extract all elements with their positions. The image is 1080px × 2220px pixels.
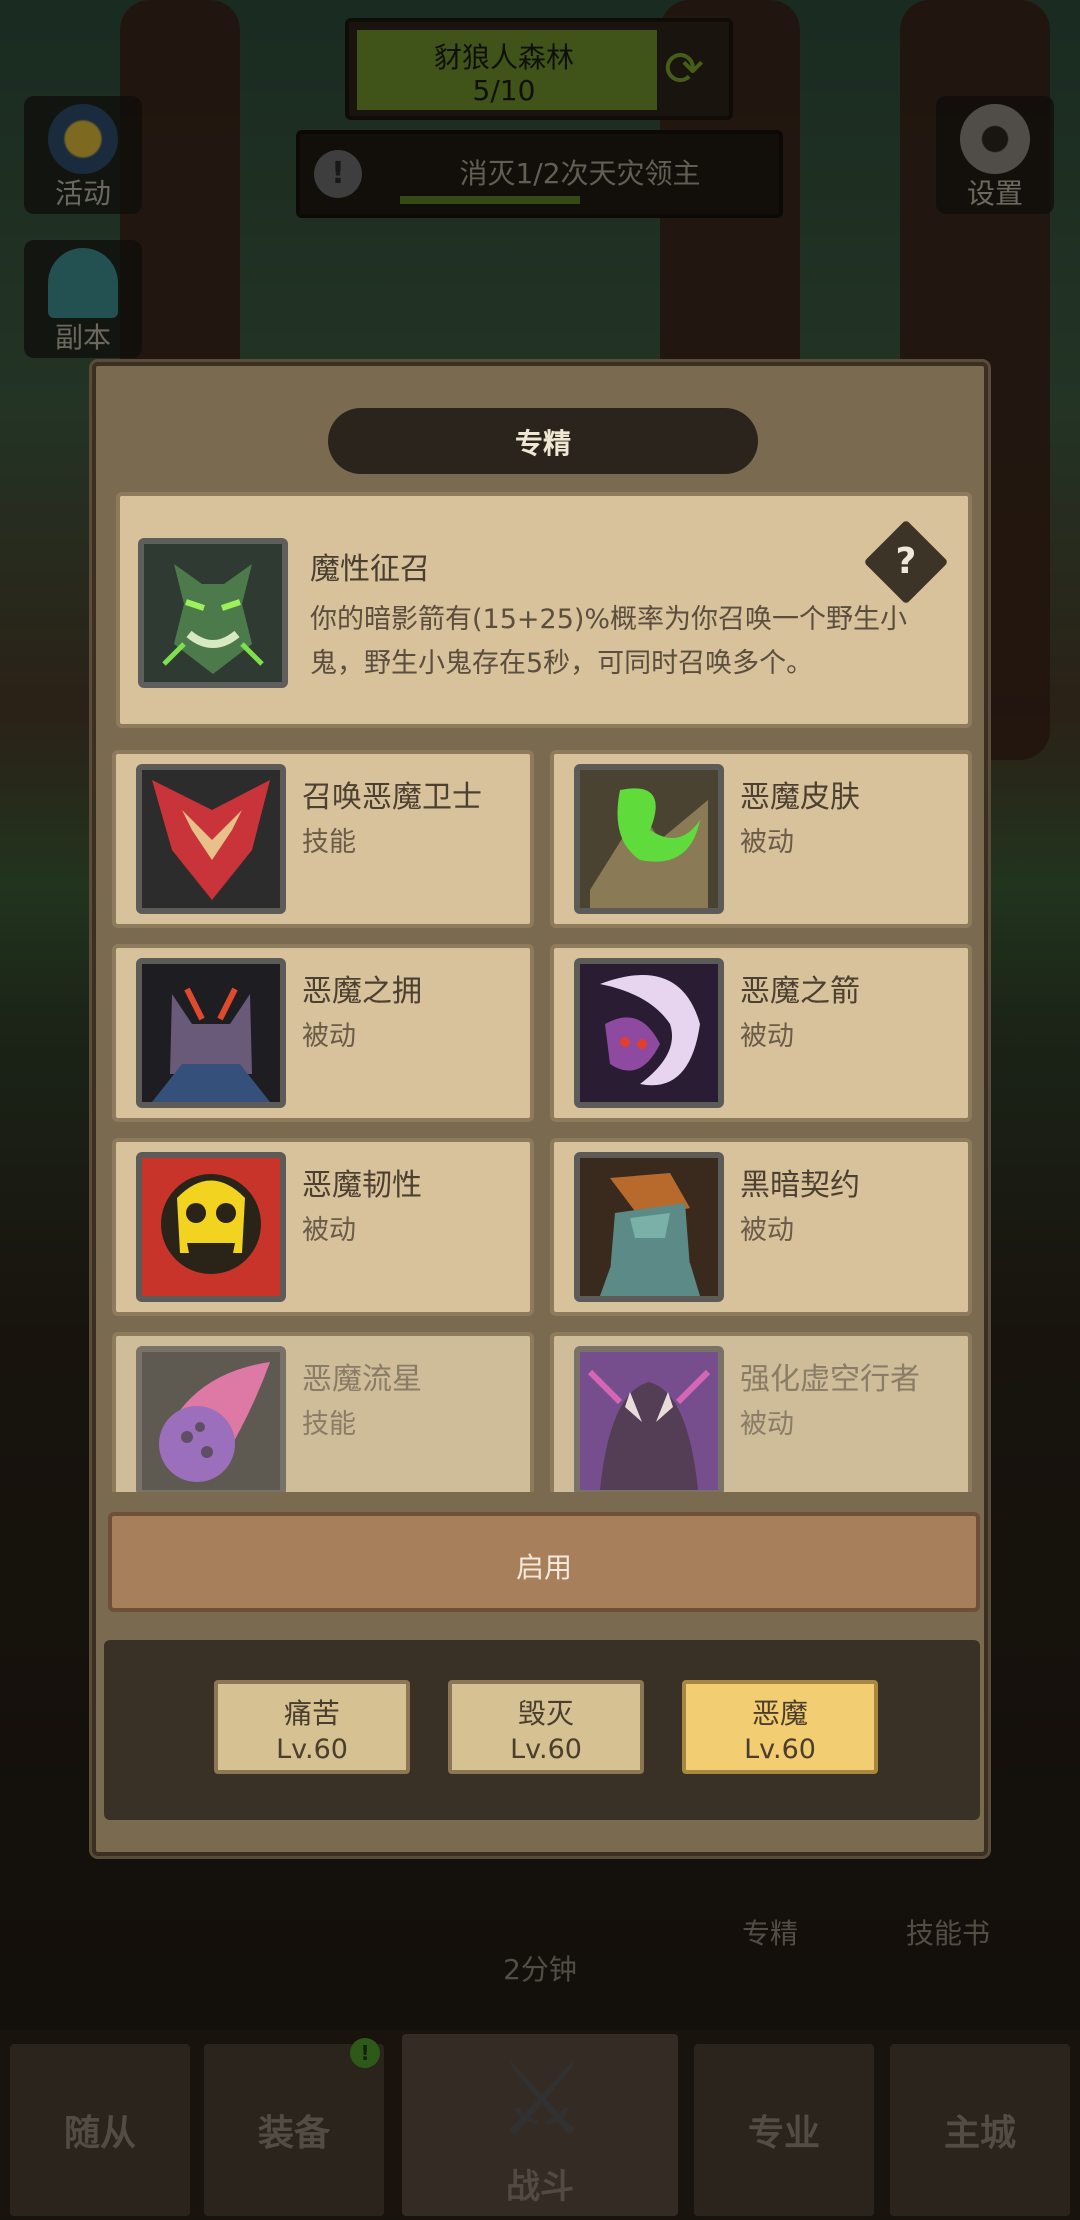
demonic-calling-icon xyxy=(138,538,288,688)
skill-type: 被动 xyxy=(740,1215,794,1246)
spec-tab-affliction[interactable]: 痛苦 Lv.60 xyxy=(214,1680,410,1774)
skill-type: 技能 xyxy=(302,1409,356,1440)
selected-skill-name: 魔性征召 xyxy=(310,552,430,587)
demon-skin-icon xyxy=(574,764,724,914)
spec-level: Lv.60 xyxy=(276,1734,348,1765)
enable-button-label: 启用 xyxy=(515,1551,572,1584)
skill-name: 强化虚空行者 xyxy=(740,1362,920,1397)
spec-level: Lv.60 xyxy=(510,1734,582,1765)
demon-guard-icon xyxy=(136,764,286,914)
voidwalker-icon xyxy=(574,1346,724,1492)
skill-name: 恶魔流星 xyxy=(302,1362,422,1397)
spec-tab-destruction[interactable]: 毁灭 Lv.60 xyxy=(448,1680,644,1774)
spec-tab-demonology[interactable]: 恶魔 Lv.60 xyxy=(682,1680,878,1774)
skill-card[interactable]: 恶魔之箭 被动 xyxy=(550,944,972,1122)
skill-card[interactable]: 恶魔之拥 被动 xyxy=(112,944,534,1122)
skill-card[interactable]: 强化虚空行者 被动 xyxy=(550,1332,972,1492)
demon-meteor-icon xyxy=(136,1346,286,1492)
spec-name: 痛苦 xyxy=(283,1697,340,1730)
demon-embrace-icon xyxy=(136,958,286,1108)
skill-card[interactable]: 恶魔流星 技能 xyxy=(112,1332,534,1492)
skill-type: 被动 xyxy=(302,1215,356,1246)
selected-skill-description: 你的暗影箭有(15+25)%概率为你召唤一个野生小鬼，野生小鬼存在5秒，可同时召… xyxy=(310,604,908,679)
skill-type: 被动 xyxy=(740,1409,794,1440)
skill-name: 恶魔之箭 xyxy=(740,974,860,1009)
skill-card[interactable]: 恶魔韧性 被动 xyxy=(112,1138,534,1316)
skill-name: 恶魔韧性 xyxy=(302,1168,422,1203)
skill-name: 召唤恶魔卫士 xyxy=(302,780,482,815)
skill-type: 被动 xyxy=(740,1021,794,1052)
selected-skill-panel: 魔性征召 你的暗影箭有(15+25)%概率为你召唤一个野生小鬼，野生小鬼存在5秒… xyxy=(116,492,972,728)
skill-name: 恶魔皮肤 xyxy=(740,780,860,815)
demon-resilience-icon xyxy=(136,1152,286,1302)
spec-selector: 痛苦 Lv.60 毁灭 Lv.60 恶魔 Lv.60 xyxy=(104,1640,980,1820)
skill-list[interactable]: 召唤恶魔卫士 技能 恶魔皮肤 被动 恶魔之拥 被动 恶魔之箭 被动 恶魔韧性 被… xyxy=(112,750,976,1492)
question-icon[interactable]: ? xyxy=(876,532,936,592)
skill-type: 被动 xyxy=(302,1021,356,1052)
skill-name: 黑暗契约 xyxy=(740,1168,860,1203)
demon-bolt-icon xyxy=(574,958,724,1108)
skill-name: 恶魔之拥 xyxy=(302,974,422,1009)
skill-type: 被动 xyxy=(740,827,794,858)
dialog-title: 专精 xyxy=(514,427,571,460)
skill-card[interactable]: 召唤恶魔卫士 技能 xyxy=(112,750,534,928)
spec-level: Lv.60 xyxy=(744,1734,816,1765)
enable-button[interactable]: 启用 xyxy=(108,1512,980,1612)
dark-pact-icon xyxy=(574,1152,724,1302)
skill-card[interactable]: 黑暗契约 被动 xyxy=(550,1138,972,1316)
spec-name: 毁灭 xyxy=(517,1697,574,1730)
dialog-title-bar: 专精 xyxy=(328,408,758,474)
skill-type: 技能 xyxy=(302,827,356,858)
spec-name: 恶魔 xyxy=(751,1697,808,1730)
specialization-dialog: 专精 魔性征召 你的暗影箭有(15+25)%概率为你召唤一个野生小鬼，野生小鬼存… xyxy=(92,362,988,1856)
skill-card[interactable]: 恶魔皮肤 被动 xyxy=(550,750,972,928)
